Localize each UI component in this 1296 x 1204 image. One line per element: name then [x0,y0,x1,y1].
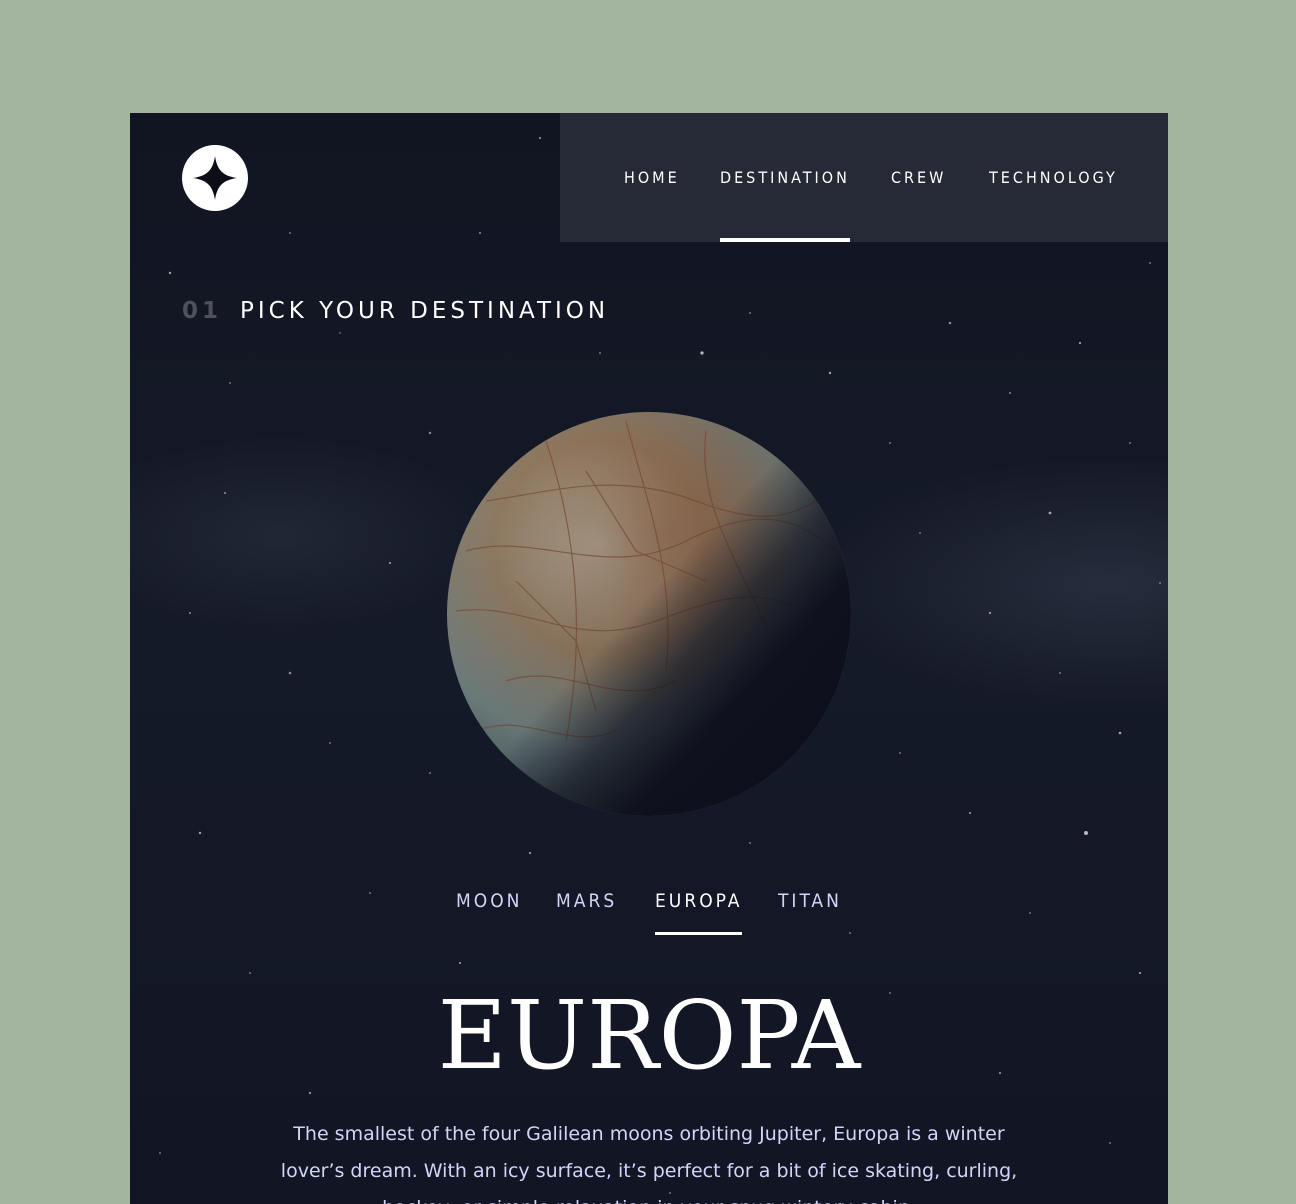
nav-item-label: CREW [891,168,947,187]
nav-item-label: HOME [624,168,680,187]
nav-item-label: TECHNOLOGY [989,168,1118,187]
tab-europa[interactable]: EUROPA [655,879,743,935]
destination-tabs: MOON MARS EUROPA TITAN [130,879,1168,939]
page-heading-number: 01 [182,298,223,324]
nav-item-home[interactable]: HOME [624,113,680,242]
europa-planet-image [446,411,852,817]
tab-label: MARS [556,890,618,912]
tab-label: EUROPA [655,890,743,912]
tab-label: MOON [456,890,523,912]
tab-moon[interactable]: MOON [456,879,522,935]
tab-titan[interactable]: TITAN [778,879,842,935]
tab-label: TITAN [778,890,842,912]
app-frame: HOME DESTINATION CREW TECHNOLOGY 01 PICK … [130,113,1168,1204]
nav-item-label: DESTINATION [720,168,850,187]
destination-title: EUROPA [437,981,861,1091]
page-heading-text: PICK YOUR DESTINATION [240,298,610,324]
nav-item-technology[interactable]: TECHNOLOGY [989,113,1118,242]
destination-description: The smallest of the four Galilean moons … [280,1123,1018,1204]
page-heading: 01 PICK YOUR DESTINATION [182,298,609,324]
star-logo-icon[interactable] [182,145,248,211]
nav-item-destination[interactable]: DESTINATION [720,113,850,242]
nav-item-crew[interactable]: CREW [891,113,946,242]
main-navigation: HOME DESTINATION CREW TECHNOLOGY [560,113,1168,242]
tab-mars[interactable]: MARS [556,879,617,935]
